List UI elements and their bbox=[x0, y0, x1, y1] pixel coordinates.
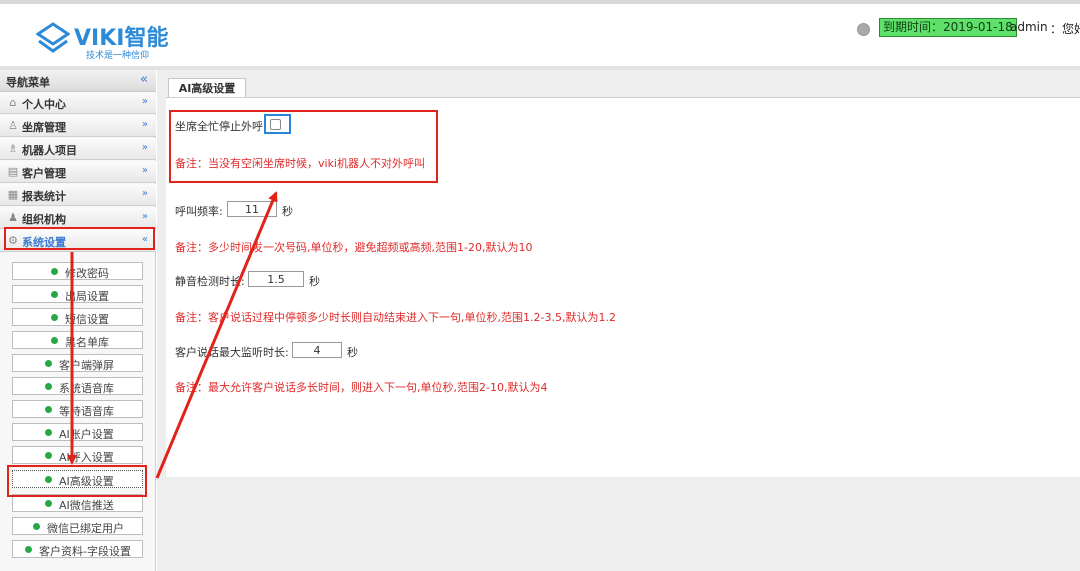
collapse-sidebar-icon[interactable]: « bbox=[140, 72, 148, 87]
menu-report-statistics[interactable]: ▦ 报表统计 » bbox=[0, 184, 156, 206]
bullet-icon bbox=[45, 383, 52, 390]
nav-title-bar: 导航菜单 « bbox=[0, 70, 156, 92]
menu-label: 坐席管理 bbox=[22, 121, 66, 134]
subitem-label: AI微信推送 bbox=[59, 499, 114, 512]
subitem-ai-account-settings[interactable]: AI账户设置 bbox=[12, 423, 143, 441]
subitem-client-popup[interactable]: 客户端弹屏 bbox=[12, 354, 143, 372]
subitem-label: 等待语音库 bbox=[59, 405, 114, 418]
subitem-ai-inbound-settings[interactable]: AI呼入设置 bbox=[12, 446, 143, 464]
users-icon: ♗ bbox=[8, 142, 18, 155]
subitem-blacklist[interactable]: 黑名单库 bbox=[12, 331, 143, 349]
subitem-sms-settings[interactable]: 短信设置 bbox=[12, 308, 143, 326]
subitem-label: 微信已绑定用户 bbox=[47, 522, 124, 535]
max-listen-label: 客户说话最大监听时长: bbox=[175, 346, 289, 359]
chevron-down-icon: » bbox=[141, 142, 148, 153]
bullet-icon bbox=[51, 268, 58, 275]
menu-personal-center[interactable]: ⌂ 个人中心 » bbox=[0, 92, 156, 114]
call-frequency-label: 呼叫频率: bbox=[175, 205, 223, 218]
tab-ai-advanced-settings[interactable]: AI高级设置 bbox=[168, 78, 246, 98]
expire-badge: 到期时间：2019-01-18 bbox=[879, 18, 1017, 37]
annotation-box-ai-advanced bbox=[7, 465, 147, 497]
chevron-down-icon: » bbox=[141, 211, 148, 222]
username[interactable]: admin bbox=[1010, 20, 1048, 34]
logo-slogan: 技术是一种信仰 bbox=[86, 51, 150, 61]
subitem-customer-field-settings[interactable]: 客户资料-字段设置 bbox=[12, 540, 143, 558]
subitem-system-voice-library[interactable]: 系统语音库 bbox=[12, 377, 143, 395]
menu-label: 报表统计 bbox=[22, 190, 66, 203]
call-frequency-input[interactable] bbox=[227, 201, 277, 217]
bullet-icon bbox=[45, 406, 52, 413]
menu-robot-projects[interactable]: ♗ 机器人项目 » bbox=[0, 138, 156, 160]
max-listen-input[interactable] bbox=[292, 342, 342, 358]
subitem-label: 修改密码 bbox=[65, 267, 109, 280]
max-listen-unit: 秒 bbox=[347, 346, 358, 359]
subitem-label: AI呼入设置 bbox=[59, 451, 114, 464]
silence-detect-note: 备注：客户说话过程中停顿多少时长则自动结束进入下一句,单位秒,范围1.2-3.5… bbox=[175, 311, 616, 324]
annotation-box-busy-setting bbox=[169, 110, 438, 183]
menu-label: 机器人项目 bbox=[22, 144, 77, 157]
report-icon: ▦ bbox=[7, 188, 19, 201]
bullet-icon bbox=[45, 452, 52, 459]
bullet-icon bbox=[51, 291, 58, 298]
logo-diamond-icon bbox=[36, 22, 70, 53]
subitem-label: 出局设置 bbox=[65, 290, 109, 303]
menu-organization[interactable]: ♟ 组织机构 » bbox=[0, 207, 156, 229]
bullet-icon bbox=[51, 314, 58, 321]
silence-detect-unit: 秒 bbox=[309, 275, 320, 288]
subitem-change-password[interactable]: 修改密码 bbox=[12, 262, 143, 280]
status-indicator-icon bbox=[857, 23, 870, 36]
bullet-icon bbox=[45, 500, 52, 507]
menu-label: 客户管理 bbox=[22, 167, 66, 180]
bullet-icon bbox=[45, 429, 52, 436]
logo: VIKI智能 技术是一种信仰 bbox=[36, 20, 168, 64]
folder-icon: ▤ bbox=[7, 165, 19, 178]
call-frequency-note: 备注：多少时间发一次号码,单位秒，避免超频或高频,范围1-20,默认为10 bbox=[175, 241, 533, 254]
silence-detect-label: 静音检测时长: bbox=[175, 275, 245, 288]
subitem-wechat-bound-users[interactable]: 微信已绑定用户 bbox=[12, 517, 143, 535]
subitem-label: 短信设置 bbox=[65, 313, 109, 326]
chevron-down-icon: » bbox=[141, 188, 148, 199]
annotation-box-system-settings bbox=[4, 227, 155, 250]
subitem-waiting-voice-library[interactable]: 等待语音库 bbox=[12, 400, 143, 418]
chevron-down-icon: » bbox=[141, 96, 148, 107]
org-icon: ♟ bbox=[8, 211, 18, 224]
menu-customer-management[interactable]: ▤ 客户管理 » bbox=[0, 161, 156, 183]
chevron-down-icon: » bbox=[141, 165, 148, 176]
menu-label: 组织机构 bbox=[22, 213, 66, 226]
subitem-outbound-settings[interactable]: 出局设置 bbox=[12, 285, 143, 303]
annotation-box-checkbox bbox=[264, 114, 291, 134]
bullet-icon bbox=[45, 360, 52, 367]
subitem-label: 客户资料-字段设置 bbox=[39, 545, 131, 558]
silence-detect-input[interactable] bbox=[248, 271, 304, 287]
chevron-down-icon: » bbox=[141, 119, 148, 130]
subitem-label: 黑名单库 bbox=[65, 336, 109, 349]
call-frequency-unit: 秒 bbox=[282, 205, 293, 218]
menu-label: 个人中心 bbox=[22, 98, 66, 111]
max-listen-note: 备注：最大允许客户说话多长时间，则进入下一句,单位秒,范围2-10,默认为4 bbox=[175, 381, 548, 394]
subitem-label: AI账户设置 bbox=[59, 428, 114, 441]
subitem-label: 系统语音库 bbox=[59, 382, 114, 395]
nav-title: 导航菜单 bbox=[6, 76, 50, 89]
home-icon: ⌂ bbox=[9, 96, 17, 109]
bullet-icon bbox=[33, 523, 40, 530]
bullet-icon bbox=[25, 546, 32, 553]
bullet-icon bbox=[51, 337, 58, 344]
greeting: ：您好 bbox=[1050, 22, 1080, 36]
user-icon: ♙ bbox=[8, 119, 18, 132]
subitem-label: 客户端弹屏 bbox=[59, 359, 114, 372]
menu-agent-management[interactable]: ♙ 坐席管理 » bbox=[0, 115, 156, 137]
